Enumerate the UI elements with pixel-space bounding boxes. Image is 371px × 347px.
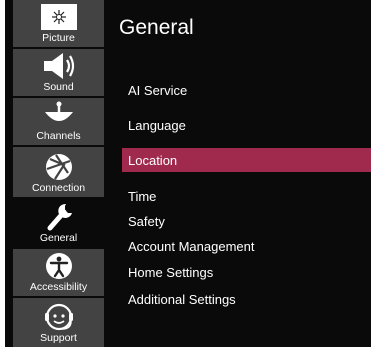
headset-icon — [39, 302, 79, 332]
speaker-icon — [39, 51, 79, 81]
wrench-icon — [39, 202, 79, 232]
globe-icon — [39, 152, 79, 182]
sidebar-item-label: Connection — [31, 182, 86, 194]
menu-item-language[interactable]: Language — [122, 113, 371, 137]
menu-item-home-settings[interactable]: Home Settings — [122, 260, 371, 284]
sidebar-item-accessibility[interactable]: Accessibility — [13, 249, 104, 296]
sidebar-item-label: Accessibility — [29, 281, 88, 293]
menu-item-time[interactable]: Time — [122, 184, 371, 208]
menu-item-account-management[interactable]: Account Management — [122, 234, 371, 258]
menu-item-additional-settings[interactable]: Additional Settings — [122, 287, 371, 311]
menu-item-location[interactable]: Location — [122, 148, 371, 172]
settings-sidebar: Picture Sound Channels Connection Genera… — [13, 0, 104, 347]
sidebar-item-sound[interactable]: Sound — [13, 49, 104, 96]
sidebar-item-connection[interactable]: Connection — [13, 147, 104, 197]
sidebar-item-label: Support — [40, 332, 77, 344]
page-title: General — [119, 16, 194, 39]
menu-item-ai-service[interactable]: AI Service — [122, 78, 371, 102]
sidebar-item-label: Sound — [43, 81, 74, 93]
sidebar-item-support[interactable]: Support — [13, 298, 104, 347]
sidebar-item-general[interactable]: General — [13, 199, 104, 247]
settings-screen: Picture Sound Channels Connection Genera… — [0, 0, 371, 347]
sidebar-item-label: Channels — [36, 130, 81, 142]
satellite-dish-icon — [39, 100, 79, 130]
sidebar-item-label: Picture — [42, 32, 75, 44]
picture-icon — [39, 2, 79, 32]
accessibility-icon — [39, 251, 79, 281]
menu-item-safety[interactable]: Safety — [122, 209, 371, 233]
sidebar-item-label: General — [39, 232, 78, 244]
sidebar-item-picture[interactable]: Picture — [13, 0, 104, 47]
sidebar-item-channels[interactable]: Channels — [13, 98, 104, 145]
